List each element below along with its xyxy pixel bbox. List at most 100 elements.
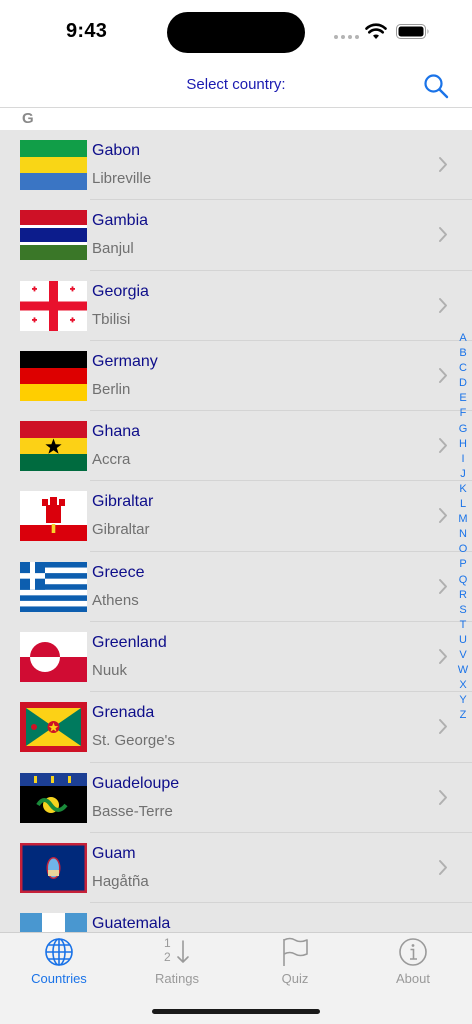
status-time: 9:43 (66, 20, 108, 42)
georgia-flag-icon (20, 280, 87, 331)
index-letter[interactable]: R (455, 588, 471, 603)
country-name: Guam (92, 844, 136, 862)
country-row[interactable]: Gambia Banjul (0, 200, 472, 271)
country-name: Grenada (92, 704, 155, 722)
tab-countries[interactable]: Countries (0, 933, 118, 993)
index-letter[interactable]: W (455, 663, 471, 678)
country-row[interactable]: Greenland Nuuk (0, 622, 472, 693)
index-letter[interactable]: A (455, 331, 471, 346)
search-icon[interactable] (422, 72, 450, 100)
country-name: Georgia (92, 282, 149, 300)
ghana-flag-icon (20, 421, 87, 472)
index-letter[interactable]: L (455, 497, 471, 512)
chevron-right-icon (439, 227, 447, 243)
index-letter[interactable]: J (455, 467, 471, 482)
index-letter[interactable]: P (455, 557, 471, 572)
index-letter[interactable]: D (455, 376, 471, 391)
tab-label: About (396, 971, 430, 986)
alphabet-index[interactable]: ABCDEFGHIJKLMNOPQRSTUVWXYZ (455, 331, 471, 723)
country-row[interactable]: Gabon Libreville (0, 130, 472, 201)
flag-icon (283, 937, 308, 966)
country-name: Gambia (92, 212, 149, 230)
guadeloupe-flag-icon (20, 772, 87, 823)
index-letter[interactable]: Q (455, 573, 471, 588)
index-letter[interactable]: C (455, 361, 471, 376)
tab-ratings[interactable]: 1 2 Ratings (118, 933, 236, 993)
country-row[interactable]: Guadeloupe Basse-Terre (0, 763, 472, 834)
index-letter[interactable]: Y (455, 693, 471, 708)
capital-name: Hagåtña (92, 872, 149, 890)
sort-icon: 1 2 (162, 937, 192, 967)
tab-label: Quiz (281, 971, 309, 986)
section-letter: G (22, 110, 34, 127)
country-row[interactable]: Greece Athens (0, 552, 472, 623)
sort-digit-top: 1 (164, 936, 171, 950)
country-name: Germany (92, 352, 158, 370)
country-name: Gabon (92, 142, 141, 159)
index-letter[interactable]: M (455, 512, 471, 527)
country-row[interactable]: Gibraltar Gibraltar (0, 481, 472, 553)
index-letter[interactable]: F (455, 406, 471, 421)
capital-name: Athens (92, 591, 139, 609)
index-letter[interactable]: K (455, 482, 471, 497)
guam-flag-icon (20, 842, 87, 893)
index-letter[interactable]: E (455, 391, 471, 406)
greenland-flag-icon (20, 632, 87, 683)
chevron-right-icon (439, 578, 447, 594)
index-letter[interactable]: N (455, 527, 471, 542)
chevron-right-icon (439, 789, 447, 805)
grenada-flag-icon (20, 702, 87, 753)
guatemala-flag-icon (20, 913, 87, 932)
capital-name: Libreville (92, 170, 152, 187)
chevron-right-icon (439, 859, 447, 875)
index-letter[interactable]: H (455, 437, 471, 452)
country-name: Guatemala (92, 915, 171, 932)
info-icon (399, 938, 427, 966)
index-letter[interactable]: I (455, 452, 471, 467)
dynamic-island (167, 12, 305, 53)
chevron-right-icon (439, 438, 447, 454)
capital-name: Accra (92, 451, 131, 469)
gibraltar-flag-icon (20, 491, 87, 542)
chevron-right-icon (439, 157, 447, 172)
gambia-flag-icon (20, 210, 87, 261)
tab-label: Ratings (154, 971, 200, 986)
chevron-right-icon (439, 297, 447, 313)
page-title: Select country: (186, 76, 286, 93)
index-letter[interactable]: G (455, 422, 471, 437)
wifi-icon (365, 23, 387, 39)
index-letter[interactable]: V (455, 648, 471, 663)
country-name: Ghana (92, 423, 141, 441)
index-letter[interactable]: O (455, 542, 471, 557)
country-row[interactable]: Guam Hagåtña (0, 833, 472, 904)
country-name: Gibraltar (92, 493, 154, 511)
country-list[interactable]: Gabon Libreville Gambia Banjul Georgia T… (0, 130, 472, 932)
chevron-right-icon (439, 649, 447, 665)
index-letter[interactable]: B (455, 346, 471, 361)
cellular-signal-icon (334, 35, 360, 39)
country-row[interactable]: Georgia Tbilisi (0, 271, 472, 342)
country-row[interactable]: Ghana Accra (0, 411, 472, 482)
index-letter[interactable]: S (455, 603, 471, 618)
country-name: Greece (92, 563, 145, 581)
index-letter[interactable]: X (455, 678, 471, 693)
country-row[interactable]: Guatemala (0, 903, 472, 932)
navigation-bar: Select country: (0, 64, 472, 108)
status-bar: 9:43 (0, 0, 472, 64)
tab-label: Countries (31, 971, 87, 986)
capital-name: Nuuk (92, 662, 128, 680)
greece-flag-icon (20, 561, 87, 612)
country-row[interactable]: Germany Berlin (0, 341, 472, 412)
index-letter[interactable]: U (455, 633, 471, 648)
capital-name: Berlin (92, 380, 131, 398)
gabon-flag-icon (20, 140, 87, 190)
capital-name: Gibraltar (92, 521, 150, 539)
chevron-right-icon (439, 508, 447, 524)
country-name: Greenland (92, 634, 167, 652)
index-letter[interactable]: T (455, 618, 471, 633)
index-letter[interactable]: Z (455, 708, 471, 723)
country-row[interactable]: Grenada St. George's (0, 692, 472, 763)
capital-name: Banjul (92, 240, 134, 258)
tab-about[interactable]: About (354, 933, 472, 993)
tab-quiz[interactable]: Quiz (236, 933, 354, 993)
